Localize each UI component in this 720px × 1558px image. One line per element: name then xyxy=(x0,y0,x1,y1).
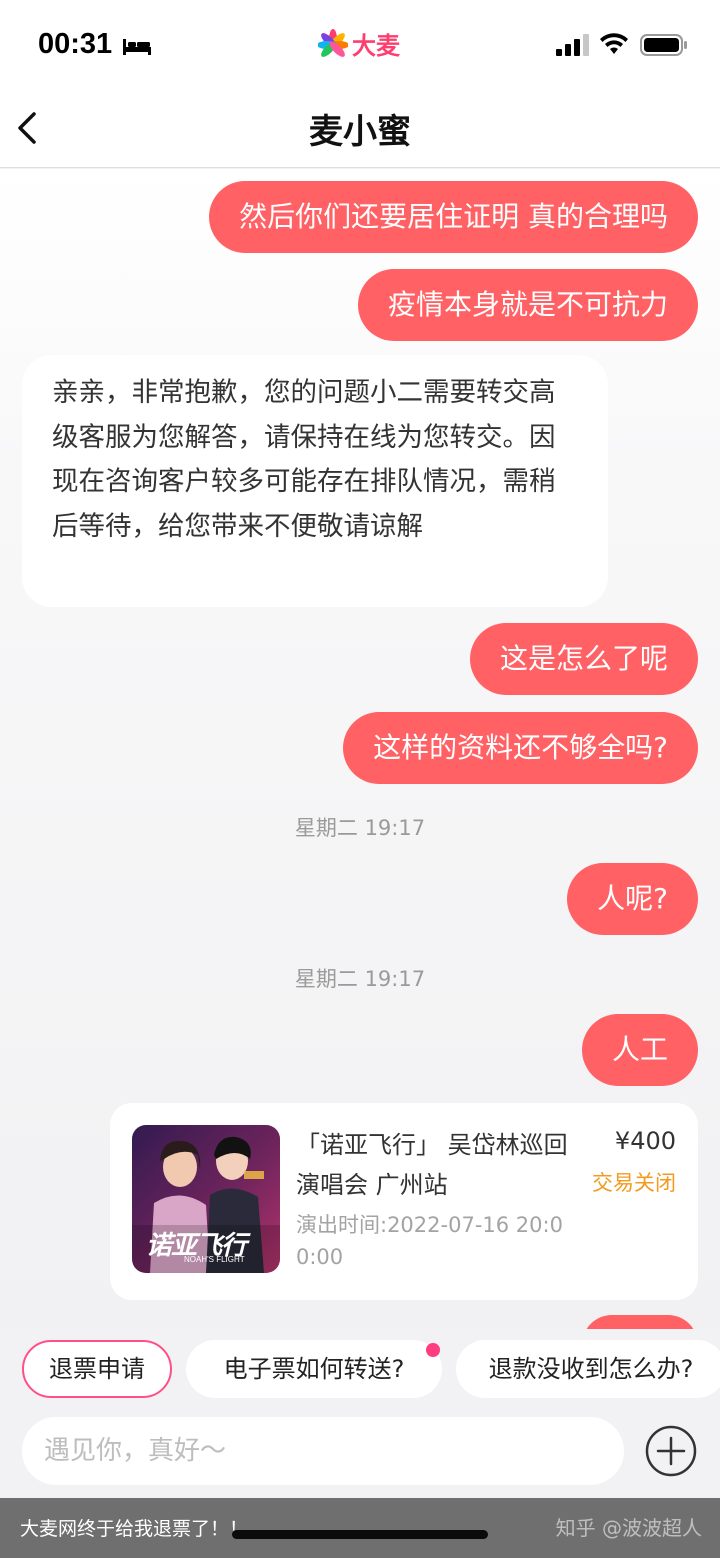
quick-reply-bar: 退票申请 电子票如何转送? 退款没收到怎么办? xyxy=(0,1329,720,1409)
message-timestamp: 星期二 19:17 xyxy=(294,816,426,840)
nav-bar: 麦小蜜 xyxy=(0,90,720,168)
signal-icon xyxy=(556,34,589,56)
clock: 00:31 xyxy=(38,28,113,60)
battery-icon xyxy=(640,34,687,56)
user-message-partial xyxy=(582,1315,698,1329)
quick-reply-eticket-transfer[interactable]: 电子票如何转送? xyxy=(186,1340,442,1398)
bed-icon xyxy=(123,39,151,55)
order-status: 交易关闭 xyxy=(592,1171,676,1195)
user-message: 人工 xyxy=(581,1014,698,1086)
poster-subtitle: NOAH'S FLIGHT xyxy=(184,1255,245,1264)
agent-message: 亲亲，非常抱歉，您的问题小二需要转交高级客服为您解答，请保持在线为您转交。因现在… xyxy=(22,355,608,607)
user-message: 这是怎么了呢 xyxy=(469,623,698,695)
wifi-icon xyxy=(600,33,628,54)
caption-text: 大麦网终于给我退票了！！ xyxy=(20,1518,249,1540)
chat-area[interactable]: 然后你们还要居住证明 真的合理吗 疫情本身就是不可抗力 亲亲，非常抱歉，您的问题… xyxy=(0,169,720,1329)
caption-bar: 大麦网终于给我退票了！！ 知乎 @波波超人 xyxy=(0,1498,720,1558)
brand-name: 大麦 xyxy=(352,32,400,60)
user-message: 疫情本身就是不可抗力 xyxy=(357,269,698,341)
order-price: ¥400 xyxy=(614,1127,676,1155)
quick-reply-refund-not-received[interactable]: 退款没收到怎么办? xyxy=(456,1340,720,1398)
home-indicator[interactable] xyxy=(232,1530,488,1539)
event-poster: 诺亚飞行 NOAH'S FLIGHT xyxy=(132,1125,280,1273)
order-title: 「诺亚飞行」 吴岱林巡回演唱会 广州站 xyxy=(296,1131,568,1199)
message-timestamp: 星期二 19:17 xyxy=(294,967,426,991)
order-show-time: 演出时间:2022-07-16 20:00:00 xyxy=(296,1213,563,1269)
status-bar: 00:31 大麦 xyxy=(0,0,720,90)
order-card[interactable]: 诺亚飞行 NOAH'S FLIGHT 「诺亚飞行」 吴岱林巡回演唱会 广州站 演… xyxy=(110,1103,698,1300)
user-message: 人呢? xyxy=(567,863,698,935)
user-message: 这样的资料还不够全吗? xyxy=(343,712,698,784)
input-bar xyxy=(0,1409,720,1498)
message-input[interactable] xyxy=(22,1417,624,1485)
user-message: 然后你们还要居住证明 真的合理吗 xyxy=(209,181,698,253)
watermark: 知乎 @波波超人 xyxy=(555,1516,702,1540)
quick-reply-refund-request[interactable]: 退票申请 xyxy=(22,1340,172,1398)
plus-icon[interactable] xyxy=(645,1425,697,1477)
brand-logo-icon xyxy=(318,28,348,57)
new-dot-badge xyxy=(426,1343,440,1357)
brand: 大麦 xyxy=(318,26,400,61)
page-title: 麦小蜜 xyxy=(309,112,411,152)
